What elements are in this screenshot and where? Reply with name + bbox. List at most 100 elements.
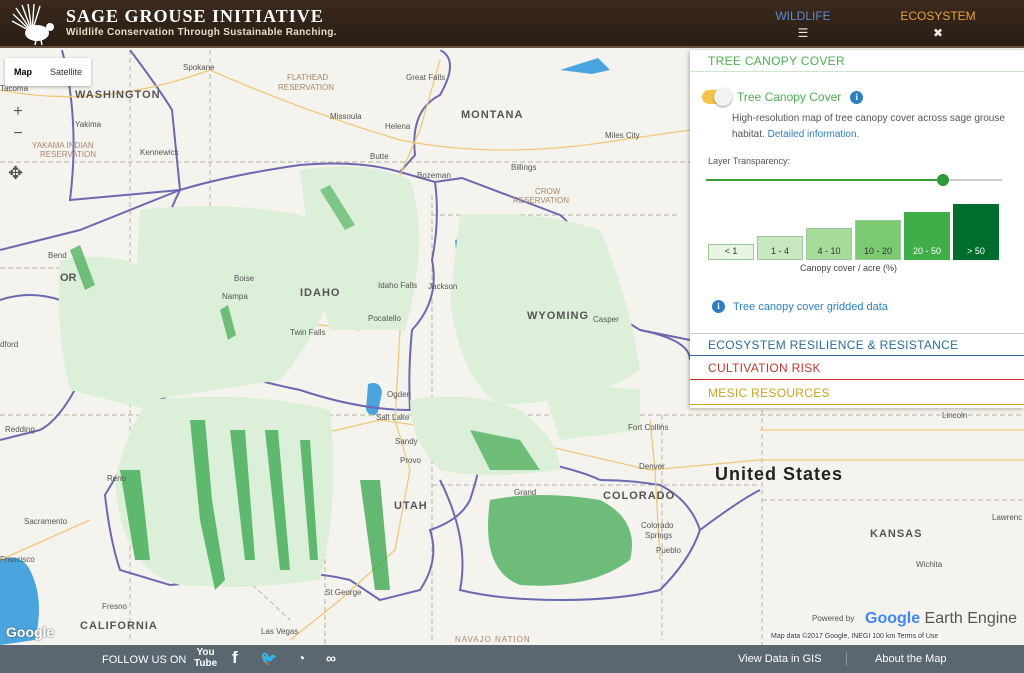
- nav-wildlife[interactable]: WILDLIFE ☰: [772, 9, 834, 40]
- map-label: MONTANA: [461, 109, 523, 121]
- map-label: Bozeman: [417, 171, 451, 180]
- legend-bar: < 1: [708, 244, 754, 260]
- transparency-slider-fill: [706, 179, 943, 181]
- list-icon: ☰: [797, 26, 809, 40]
- site-header: SAGE GROUSE INITIATIVE Wildlife Conserva…: [0, 0, 1024, 48]
- map-label: Lincoln: [942, 411, 967, 420]
- transparency-label: Layer Transparency:: [708, 156, 791, 166]
- site-subtitle: Wildlife Conservation Through Sustainabl…: [66, 27, 337, 38]
- section-cultivation-risk[interactable]: CULTIVATION RISK: [690, 357, 1024, 380]
- legend-bar-label: 10 - 20: [863, 246, 893, 256]
- close-icon: ✖: [932, 26, 944, 40]
- legend-caption: Canopy cover / acre (%): [800, 263, 898, 273]
- map-label: WYOMING: [527, 310, 589, 322]
- map-label: NAVAJO NATION: [455, 635, 531, 644]
- map-label: Ogden: [387, 390, 411, 399]
- section-ecosystem-resilience[interactable]: ECOSYSTEM RESILIENCE & RESISTANCE: [690, 333, 1024, 356]
- map-label: YAKAMA INDIAN: [32, 141, 94, 150]
- legend-bar-label: 20 - 50: [912, 246, 942, 256]
- map-label: WASHINGTON: [75, 89, 161, 101]
- map-label: Butte: [370, 152, 389, 161]
- about-map-link[interactable]: About the Map: [875, 653, 947, 665]
- map-label: Grand: [514, 488, 536, 497]
- map-label: Denver: [639, 462, 665, 471]
- footer-divider: [846, 652, 847, 666]
- great-salt-lake: [366, 383, 382, 416]
- nav-ecosystem[interactable]: ECOSYSTEM ✖: [898, 9, 978, 40]
- map-type-map-button[interactable]: Map: [5, 58, 41, 86]
- follow-us-label: FOLLOW US ON: [102, 654, 187, 666]
- view-data-gis-link[interactable]: View Data in GIS: [738, 653, 822, 665]
- section-tree-canopy-header[interactable]: TREE CANOPY COVER: [690, 50, 1024, 72]
- info-icon[interactable]: i: [850, 90, 864, 104]
- legend-bar-label: 1 - 4: [770, 246, 789, 256]
- transparency-slider-thumb[interactable]: [936, 174, 949, 186]
- rss-icon[interactable]: ◔: [297, 650, 305, 666]
- map-label: Yakima: [75, 120, 102, 129]
- map-type-satellite-button[interactable]: Satellite: [41, 58, 91, 86]
- google-logo: Google: [6, 624, 55, 640]
- map-label: United States: [715, 464, 843, 484]
- legend-bar: 4 - 10: [806, 228, 852, 260]
- tree-canopy-label: Tree Canopy Cover: [737, 90, 842, 104]
- map-label: Pueblo: [656, 546, 681, 555]
- map-label: Casper: [593, 315, 619, 324]
- map-label: St George: [325, 588, 362, 597]
- map-label: OR: [60, 272, 77, 284]
- map-label: Fresno: [102, 602, 127, 611]
- map-label: Great Falls: [406, 73, 445, 82]
- map-label: Boise: [234, 274, 255, 283]
- map-label: Redding: [5, 425, 35, 434]
- info-icon: i: [712, 300, 725, 313]
- map-label: RESERVATION: [40, 150, 96, 159]
- zoom-in-button[interactable]: +: [8, 102, 28, 122]
- map-label: Sandy: [395, 437, 418, 446]
- site-title[interactable]: SAGE GROUSE INITIATIVE: [66, 6, 324, 27]
- map-label: Las Vegas: [261, 627, 298, 636]
- map-label: Reno: [107, 474, 127, 483]
- sage-grouse-logo-icon[interactable]: [10, 2, 58, 46]
- gee-google-text: Google: [865, 610, 921, 627]
- map-label: Missoula: [330, 112, 362, 121]
- map-label: Spokane: [183, 63, 215, 72]
- map-type-control: Map Satellite: [5, 58, 92, 86]
- map-label: Wichita: [916, 560, 943, 569]
- legend-bar: > 50: [953, 204, 999, 260]
- powered-by-label: Powered by: [812, 614, 855, 623]
- map-label: Kennewick: [140, 148, 180, 157]
- legend-bar-label: > 50: [967, 246, 985, 256]
- detailed-information-link[interactable]: Detailed information.: [768, 129, 860, 140]
- pan-control-icon[interactable]: ✥: [8, 163, 23, 184]
- legend-bar-label: < 1: [724, 246, 738, 256]
- layer-description: High-resolution map of tree canopy cover…: [732, 111, 1017, 143]
- map-label: dford: [0, 340, 18, 349]
- twitter-icon[interactable]: 🐦: [260, 650, 277, 667]
- map-label: Bend: [48, 251, 67, 260]
- map-label: KANSAS: [870, 528, 922, 540]
- layer-toggle-row: Tree Canopy Cover i: [702, 88, 864, 106]
- map-label: CALIFORNIA: [80, 620, 158, 632]
- zoom-out-button[interactable]: −: [8, 124, 28, 144]
- map-label: Jackson: [428, 282, 457, 291]
- earth-engine-logo: Google Earth Engine: [865, 610, 1017, 628]
- tree-canopy-toggle[interactable]: [702, 88, 732, 106]
- map-label: Sacramento: [24, 517, 68, 526]
- map-label: RESERVATION: [278, 83, 334, 92]
- nav-ecosystem-label: ECOSYSTEM: [900, 9, 976, 23]
- facebook-icon[interactable]: f: [232, 648, 238, 668]
- map-label: IDAHO: [300, 287, 340, 299]
- map-label: FLATHEAD: [287, 73, 328, 82]
- map-label: Springs: [645, 531, 672, 540]
- map-label: Idaho Falls: [378, 281, 417, 290]
- gridded-data-link[interactable]: i Tree canopy cover gridded data: [712, 300, 888, 313]
- legend-bar: 20 - 50: [904, 212, 950, 260]
- section-mesic-resources[interactable]: MESIC RESOURCES: [690, 382, 1024, 405]
- map-label: Provo: [400, 456, 421, 465]
- map-label: Lawrenc: [992, 513, 1022, 522]
- map-attribution[interactable]: Map data ©2017 Google, INEGI 100 km Term…: [768, 633, 942, 640]
- map-label: CROW: [535, 187, 561, 196]
- youtube-icon[interactable]: You Tube: [194, 647, 217, 669]
- link-icon[interactable]: ∞: [326, 650, 336, 666]
- map-label: Miles City: [605, 131, 640, 140]
- map-label: Nampa: [222, 292, 248, 301]
